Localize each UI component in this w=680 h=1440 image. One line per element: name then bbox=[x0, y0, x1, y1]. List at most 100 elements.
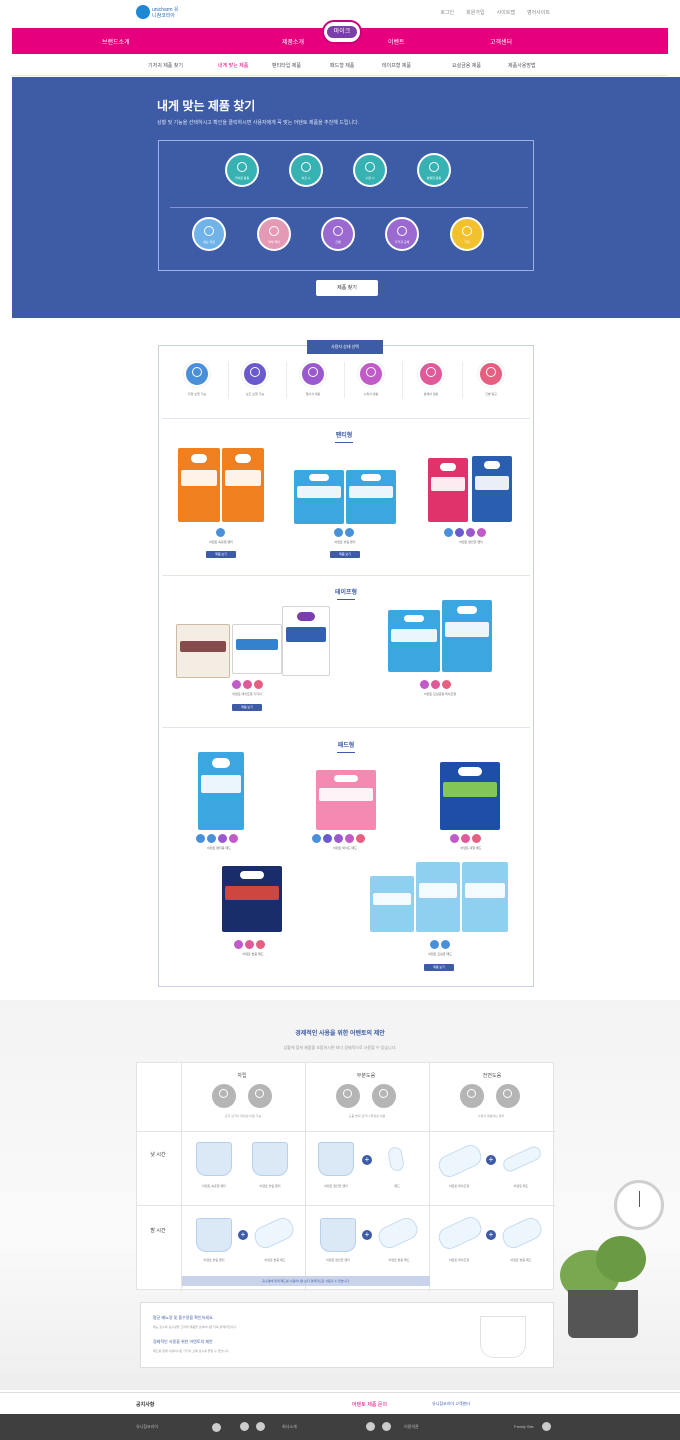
option-other[interactable]: 기타 bbox=[450, 217, 484, 251]
status-label: 보조 보행 가능 bbox=[245, 392, 265, 396]
option-skin[interactable]: 피부 케어 bbox=[257, 217, 291, 251]
brand-logo[interactable]: 마이크 bbox=[322, 20, 362, 44]
status-dot bbox=[312, 834, 321, 843]
product-image[interactable] bbox=[282, 606, 330, 676]
person-icon bbox=[308, 367, 318, 377]
col-head: 전면도움 bbox=[482, 1073, 502, 1079]
product-image[interactable] bbox=[222, 448, 264, 522]
option-active[interactable]: 활발한 활동 bbox=[417, 153, 451, 187]
find-products-button[interactable]: 제품 찾기 bbox=[316, 280, 378, 296]
divider bbox=[162, 418, 530, 419]
option-care[interactable]: 간병 bbox=[321, 217, 355, 251]
blog-icon[interactable] bbox=[256, 1422, 265, 1431]
status-dot bbox=[450, 834, 459, 843]
status-icon-sit[interactable] bbox=[300, 361, 326, 387]
diaper-image bbox=[320, 1218, 356, 1252]
status-dot bbox=[431, 680, 440, 689]
item-name: 어텐토 슬림 팬티 bbox=[259, 1184, 281, 1188]
view-product-button[interactable]: 제품 보기 bbox=[330, 551, 360, 558]
product-image[interactable] bbox=[416, 862, 460, 932]
option-label: 기저귀 교체 bbox=[394, 240, 410, 244]
status-icon-care[interactable] bbox=[478, 361, 504, 387]
option-light-activity[interactable]: 가벼운 활동 bbox=[225, 153, 259, 187]
product-image[interactable] bbox=[462, 862, 508, 932]
subnav-item-active[interactable]: 내게 맞는 제품 bbox=[218, 62, 248, 69]
view-product-button[interactable]: 제품 보기 bbox=[424, 964, 454, 971]
status-dot bbox=[356, 834, 365, 843]
company-logo[interactable]: unicharm 유니참코리아 bbox=[136, 5, 179, 23]
person-icon bbox=[248, 1084, 272, 1108]
family-site[interactable]: Family Site bbox=[514, 1424, 534, 1429]
status-dot bbox=[420, 680, 429, 689]
footer-link[interactable]: 회사소개 bbox=[282, 1424, 297, 1430]
bulb-icon bbox=[462, 226, 472, 236]
product-image[interactable] bbox=[346, 470, 396, 524]
globe-icon[interactable] bbox=[542, 1422, 551, 1431]
product-image[interactable] bbox=[428, 458, 468, 522]
product-image[interactable] bbox=[198, 752, 244, 830]
footer-link[interactable]: 이용약관 bbox=[404, 1424, 419, 1430]
search-icon[interactable] bbox=[212, 1423, 221, 1432]
option-label: 수면 시 bbox=[365, 176, 375, 180]
status-icon-walk[interactable] bbox=[184, 361, 210, 387]
person-icon bbox=[460, 1084, 484, 1108]
view-product-button[interactable]: 제품 보기 bbox=[206, 551, 236, 558]
inquiry-link[interactable]: 어텐토 제품 문의 bbox=[352, 1401, 387, 1408]
subnav-item[interactable]: 제품사용방법 bbox=[508, 62, 536, 69]
panel-tab[interactable]: 사용자 상태 선택 bbox=[307, 340, 383, 354]
nav-support[interactable]: 고객센터 bbox=[490, 37, 512, 46]
login-link[interactable]: 로그인 bbox=[440, 9, 454, 16]
nav-brand[interactable]: 브랜드소개 bbox=[102, 37, 130, 46]
product-image[interactable] bbox=[178, 448, 220, 522]
nav-products[interactable]: 제품소개 bbox=[282, 37, 304, 46]
status-icon-assist[interactable] bbox=[242, 361, 268, 387]
product-image[interactable] bbox=[472, 456, 512, 522]
product-name: 어텐토 테이프형 기저귀 bbox=[232, 692, 262, 696]
option-sleep[interactable]: 수면 시 bbox=[353, 153, 387, 187]
section-title-pad: 패드형 bbox=[316, 740, 376, 753]
nav-events[interactable]: 이벤트 bbox=[388, 37, 405, 46]
option-change[interactable]: 기저귀 교체 bbox=[385, 217, 419, 251]
product-image[interactable] bbox=[222, 866, 282, 932]
note-title: 평균 배뇨량 및 흡수량을 확인하세요. bbox=[153, 1315, 214, 1320]
subnav-item[interactable]: 요실금용 제품 bbox=[452, 62, 481, 69]
facebook-icon[interactable] bbox=[240, 1422, 249, 1431]
support-link[interactable]: 유니참코리아 고객센터 bbox=[432, 1401, 470, 1407]
option-leak[interactable]: 새는 걱정 bbox=[192, 217, 226, 251]
status-icon-wheelchair[interactable] bbox=[418, 361, 444, 387]
status-icon-lie[interactable] bbox=[358, 361, 384, 387]
english-link[interactable]: 영어사이트 bbox=[527, 9, 550, 16]
product-image[interactable] bbox=[442, 600, 492, 672]
subnav-item[interactable]: 기저귀 제품 찾기 bbox=[148, 62, 183, 69]
status-dot bbox=[466, 528, 475, 537]
product-logo bbox=[458, 767, 482, 776]
subnav-item[interactable]: 패드형 제품 bbox=[330, 62, 354, 69]
section-title-tape: 테이프형 bbox=[316, 587, 376, 600]
status-dots bbox=[312, 834, 365, 843]
person-icon bbox=[212, 1084, 236, 1108]
product-image[interactable] bbox=[388, 610, 440, 672]
option-outing[interactable]: 외출 시 bbox=[289, 153, 323, 187]
item-name: 어텐토 슬림 팬티 bbox=[203, 1258, 225, 1262]
view-product-button[interactable]: 제품 보기 bbox=[232, 704, 262, 711]
product-image[interactable] bbox=[294, 470, 344, 524]
plant-decoration bbox=[596, 1236, 646, 1282]
subnav-item[interactable]: 팬티타입 제품 bbox=[272, 62, 301, 69]
status-dots bbox=[420, 680, 451, 689]
logo-mark bbox=[136, 5, 150, 19]
subnav-item[interactable]: 테이프형 제품 bbox=[382, 62, 411, 69]
kakao-icon[interactable] bbox=[366, 1422, 375, 1431]
product-image[interactable] bbox=[316, 770, 376, 830]
plus-icon: + bbox=[238, 1230, 248, 1240]
product-image[interactable] bbox=[370, 876, 414, 932]
product-image[interactable] bbox=[440, 762, 500, 830]
status-dot bbox=[256, 940, 265, 949]
status-dot bbox=[254, 680, 263, 689]
sitemap-link[interactable]: 사이트맵 bbox=[497, 9, 515, 16]
signup-link[interactable]: 회원가입 bbox=[466, 9, 484, 16]
option-label: 기타 bbox=[464, 240, 470, 244]
product-image[interactable] bbox=[232, 624, 282, 674]
product-image[interactable] bbox=[176, 624, 230, 678]
diaper-image bbox=[252, 1142, 288, 1176]
facebook-icon[interactable] bbox=[382, 1422, 391, 1431]
